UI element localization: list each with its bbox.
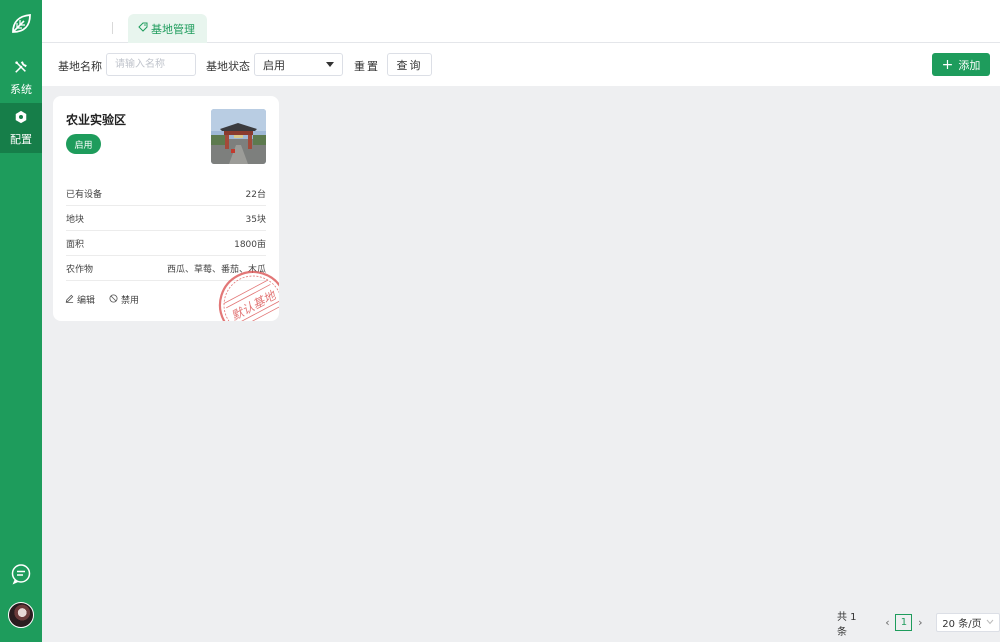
next-page-icon[interactable]: › bbox=[914, 616, 926, 629]
filter-bar: 基地名称 基地状态 启用 重置 查询 + 添加 bbox=[42, 43, 1000, 86]
edit-button[interactable]: 编辑 bbox=[65, 293, 95, 306]
chevron-down-icon bbox=[986, 617, 994, 628]
status-badge: 启用 bbox=[66, 134, 101, 154]
info-label: 地块 bbox=[66, 214, 85, 225]
ban-icon bbox=[109, 293, 121, 306]
hexagon-gear-icon bbox=[14, 110, 28, 127]
chat-icon[interactable] bbox=[10, 563, 32, 585]
status-select-value: 启用 bbox=[263, 58, 285, 72]
card-info-list: 已有设备 22台 地块 35块 面积 1800亩 农作物 西瓜、草莓、番茄、木瓜 bbox=[66, 181, 266, 281]
tools-icon bbox=[14, 60, 28, 77]
pagination-total: 共 1 条 bbox=[837, 611, 857, 638]
info-value: 22台 bbox=[245, 189, 266, 200]
tab-base-management[interactable]: 基地管理 bbox=[128, 14, 207, 43]
sidebar-item-config[interactable]: 配置 bbox=[0, 103, 42, 153]
tab-bar: 基地管理 bbox=[42, 0, 1000, 43]
status-select[interactable]: 启用 bbox=[254, 53, 343, 76]
name-filter-label: 基地名称 bbox=[58, 60, 102, 73]
info-row-plots: 地块 35块 bbox=[66, 206, 266, 231]
sidebar-item-system[interactable]: 系统 bbox=[0, 53, 42, 103]
tab-label: 基地管理 bbox=[151, 22, 195, 36]
tab-divider bbox=[112, 22, 113, 34]
plus-icon: + bbox=[941, 56, 954, 73]
info-label: 已有设备 bbox=[66, 189, 103, 200]
sidebar-item-label: 系统 bbox=[10, 82, 32, 96]
disable-label: 禁用 bbox=[121, 296, 140, 306]
info-row-area: 面积 1800亩 bbox=[66, 231, 266, 256]
stamp-text: 默认基地 bbox=[229, 287, 279, 321]
info-row-devices: 已有设备 22台 bbox=[66, 181, 266, 206]
leaf-icon[interactable] bbox=[9, 12, 33, 36]
caret-down-icon bbox=[326, 62, 334, 67]
disable-button[interactable]: 禁用 bbox=[109, 293, 139, 306]
edit-icon bbox=[65, 294, 77, 306]
base-card[interactable]: 农业实验区 启用 已有设备 22台 地块 35块 面积 1800亩 农作物 西瓜… bbox=[53, 96, 279, 321]
page-number[interactable]: 1 bbox=[895, 614, 913, 631]
sidebar: 系统 配置 bbox=[0, 0, 42, 642]
add-button-label: 添加 bbox=[958, 58, 981, 72]
info-value: 1800亩 bbox=[234, 239, 266, 250]
prev-page-icon[interactable]: ‹ bbox=[882, 616, 894, 629]
page-size-value: 20 条/页 bbox=[942, 619, 982, 630]
reset-button[interactable]: 重置 bbox=[354, 58, 380, 74]
status-filter-label: 基地状态 bbox=[206, 60, 250, 73]
edit-label: 编辑 bbox=[77, 296, 96, 306]
query-button[interactable]: 查询 bbox=[387, 53, 432, 76]
add-button[interactable]: + 添加 bbox=[932, 53, 990, 76]
sidebar-item-label: 配置 bbox=[10, 132, 32, 146]
card-title: 农业实验区 bbox=[66, 113, 127, 127]
avatar[interactable] bbox=[8, 602, 34, 628]
tag-icon bbox=[138, 22, 151, 35]
info-label: 面积 bbox=[66, 239, 85, 250]
info-label: 农作物 bbox=[66, 264, 94, 275]
pagination: 共 1 条 ‹ 1 › 20 条/页 bbox=[837, 612, 1000, 638]
page-size-select[interactable]: 20 条/页 bbox=[936, 613, 1000, 632]
name-search-input[interactable] bbox=[106, 53, 196, 76]
info-value: 35块 bbox=[245, 214, 266, 225]
default-base-stamp: 默认基地 bbox=[216, 268, 279, 321]
card-actions: 编辑 禁用 bbox=[65, 293, 153, 306]
base-photo bbox=[211, 109, 266, 164]
